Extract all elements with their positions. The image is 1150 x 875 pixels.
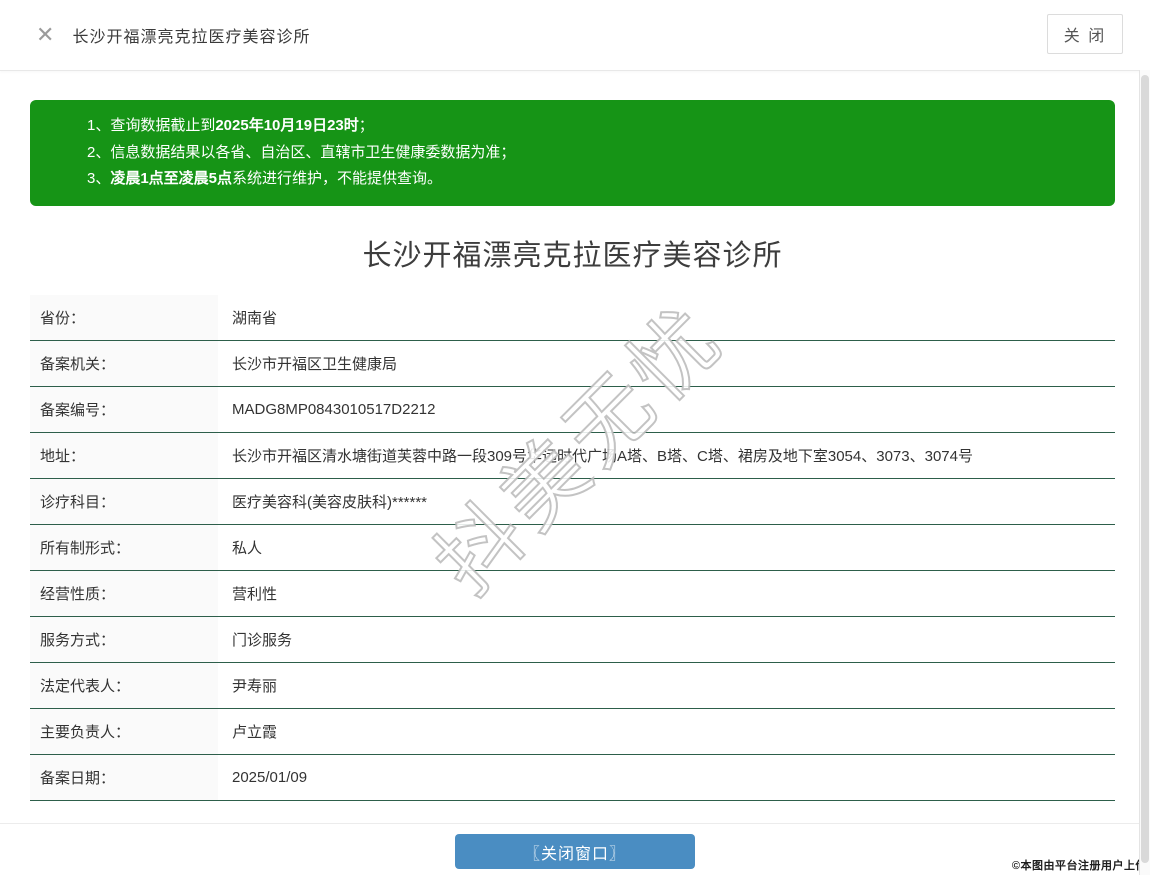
field-value: 湖南省 — [232, 309, 278, 327]
table-row-business-nature: 经营性质： 营利性 — [30, 570, 1115, 617]
table-row-ownership: 所有制形式： 私人 — [30, 524, 1115, 571]
upload-attribution: ©本图由平台注册用户上传 — [1011, 860, 1147, 872]
table-row-principal: 主要负责人： 卢立霞 — [30, 708, 1115, 755]
close-icon[interactable]: ✕ — [36, 24, 54, 46]
field-value: 门诊服务 — [232, 631, 293, 649]
scrollbar[interactable] — [1139, 70, 1150, 875]
page-title: 长沙开福漂亮克拉医疗美容诊所 — [362, 239, 783, 272]
close-button[interactable]: 关 闭 — [1047, 14, 1123, 54]
field-value: 尹寿丽 — [232, 677, 278, 695]
field-value: 营利性 — [232, 585, 278, 603]
scrollbar-thumb[interactable] — [1141, 75, 1149, 863]
field-value: 长沙市开福区清水塘街道芙蓉中路一段309号华远时代广场A塔、B塔、C塔、裙房及地… — [232, 447, 973, 465]
table-row-filing-date: 备案日期： 2025/01/09 — [30, 754, 1115, 801]
field-label: 备案机关： — [30, 340, 218, 386]
field-label: 所有制形式： — [30, 524, 218, 570]
field-label: 诊疗科目： — [30, 478, 218, 524]
field-value: MADG8MP0843010517D2212 — [232, 400, 436, 418]
field-label: 服务方式： — [30, 616, 218, 662]
window-title: 长沙开福漂亮克拉医疗美容诊所 — [72, 29, 311, 46]
table-row-filing-number: 备案编号： MADG8MP0843010517D2212 — [30, 386, 1115, 433]
notice-line-1: 1、查询数据截止到2025年10月19日23时； — [87, 117, 374, 134]
field-label: 经营性质： — [30, 570, 218, 616]
field-value: 医疗美容科(美容皮肤科)****** — [232, 493, 428, 511]
footer-divider — [0, 823, 1150, 824]
field-label: 备案编号： — [30, 386, 218, 432]
table-row-address: 地址： 长沙市开福区清水塘街道芙蓉中路一段309号华远时代广场A塔、B塔、C塔、… — [30, 432, 1115, 479]
field-value: 卢立霞 — [232, 723, 278, 741]
close-window-button[interactable]: 〖关闭窗口〗 — [455, 834, 695, 869]
field-label: 备案日期： — [30, 754, 218, 800]
field-value: 私人 — [232, 539, 263, 557]
field-label: 省份： — [30, 294, 218, 340]
table-row-province: 省份： 湖南省 — [30, 294, 1115, 341]
notice-line-2: 2、信息数据结果以各省、自治区、直辖市卫生健康委数据为准； — [87, 143, 516, 161]
notice-line-3: 3、凌晨1点至凌晨5点系统进行维护，不能提供查询。 — [87, 170, 443, 187]
content-area: 1、查询数据截止到2025年10月19日23时； 2、信息数据结果以各省、自治区… — [30, 100, 1115, 801]
field-label: 地址： — [30, 432, 218, 478]
notice-banner: 1、查询数据截止到2025年10月19日23时； 2、信息数据结果以各省、自治区… — [30, 100, 1115, 206]
table-row-filing-authority: 备案机关： 长沙市开福区卫生健康局 — [30, 340, 1115, 387]
table-row-legal-representative: 法定代表人： 尹寿丽 — [30, 662, 1115, 709]
field-value: 长沙市开福区卫生健康局 — [232, 355, 398, 373]
field-value: 2025/01/09 — [232, 768, 308, 786]
field-label: 法定代表人： — [30, 662, 218, 708]
window-header: ✕ 长沙开福漂亮克拉医疗美容诊所 关 闭 — [0, 0, 1150, 71]
table-row-medical-subjects: 诊疗科目： 医疗美容科(美容皮肤科)****** — [30, 478, 1115, 525]
info-table: 省份： 湖南省 备案机关： 长沙市开福区卫生健康局 备案编号： MADG8MP0… — [30, 294, 1115, 801]
field-label: 主要负责人： — [30, 708, 218, 754]
table-row-service-mode: 服务方式： 门诊服务 — [30, 616, 1115, 663]
